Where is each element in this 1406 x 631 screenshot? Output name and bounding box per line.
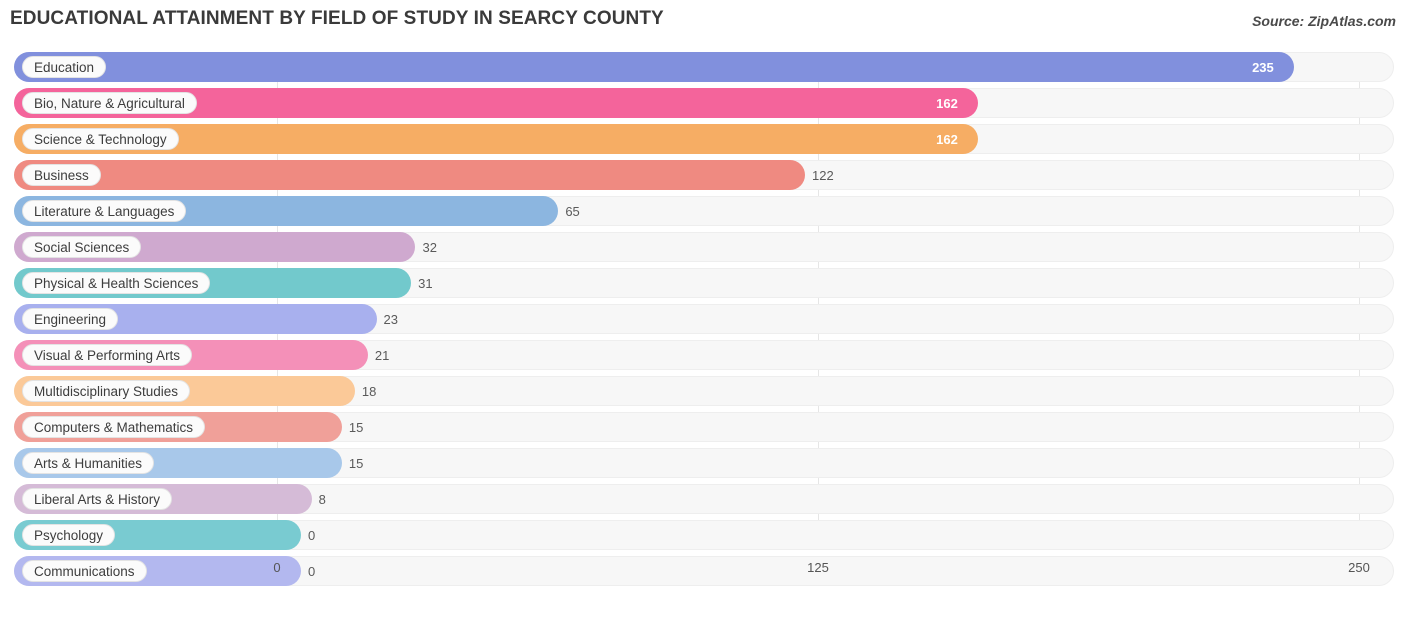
bar-row: Computers & Mathematics 15 (14, 412, 1394, 442)
bar-value-label: 122 (812, 167, 834, 183)
x-axis-tick: 250 (1348, 560, 1370, 575)
bar-value-label: 31 (418, 275, 433, 291)
bar[interactable] (14, 52, 1295, 82)
bar-row: Education 235 (14, 52, 1394, 82)
bar-row: Literature & Languages 65 (14, 196, 1394, 226)
bar-row: Arts & Humanities 15 (14, 448, 1394, 478)
category-label: Literature & Languages (22, 200, 187, 222)
page-title: EDUCATIONAL ATTAINMENT BY FIELD OF STUDY… (10, 8, 664, 29)
bar-row: Visual & Performing Arts 21 (14, 340, 1394, 370)
x-axis: 0 125 250 (14, 560, 1394, 580)
category-label: Arts & Humanities (22, 452, 155, 474)
bar-row: Science & Technology 162 (14, 124, 1394, 154)
bar-value-label: 65 (565, 203, 580, 219)
category-label: Liberal Arts & History (22, 488, 173, 510)
category-label: Business (22, 164, 101, 186)
bar-row: Multidisciplinary Studies 18 (14, 376, 1394, 406)
x-axis-tick: 125 (807, 560, 829, 575)
bar-value-label: 18 (361, 383, 377, 399)
category-label: Engineering (22, 308, 119, 330)
bar-row: Liberal Arts & History 8 (14, 484, 1394, 514)
bar-value-label: 162 (936, 131, 958, 147)
category-label: Science & Technology (22, 128, 179, 150)
plot-area: Education 235 Bio, Nature & Agricultural 16… (14, 52, 1394, 594)
bar-value-label: 15 (348, 419, 364, 435)
category-label: Bio, Nature & Agricultural (22, 92, 197, 114)
bar-value-label: 8 (318, 491, 326, 507)
category-label: Visual & Performing Arts (22, 344, 193, 366)
category-label: Computers & Mathematics (22, 416, 206, 438)
bar-value-label: 23 (383, 311, 398, 327)
category-label: Psychology (22, 524, 116, 546)
bar-row: Engineering 23 (14, 304, 1394, 334)
bar-row: Physical & Health Sciences 31 (14, 268, 1394, 298)
source-label: Source: ZipAtlas.com (1252, 13, 1396, 29)
bar-value-label: 32 (422, 239, 437, 255)
bar-row: Social Sciences 32 (14, 232, 1394, 262)
bar-value-label: 235 (1252, 59, 1274, 75)
bar-value-label: 162 (936, 95, 958, 111)
category-label: Multidisciplinary Studies (22, 380, 191, 402)
bar-row: Business 122 (14, 160, 1394, 190)
bar-value-label: 21 (374, 347, 390, 363)
bar-rows: Education 235 Bio, Nature & Agricultural 16… (14, 52, 1394, 592)
bar-row: Bio, Nature & Agricultural 162 (14, 88, 1394, 118)
chart-root: EDUCATIONAL ATTAINMENT BY FIELD OF STUDY… (0, 0, 1406, 631)
x-axis-tick: 0 (273, 560, 281, 575)
category-label: Education (22, 56, 107, 78)
bar-value-label: 15 (348, 455, 364, 471)
bar-row: Psychology 0 (14, 520, 1394, 550)
category-label: Physical & Health Sciences (22, 272, 211, 294)
bar-value-label: 0 (308, 527, 316, 543)
category-label: Social Sciences (22, 236, 142, 258)
bar[interactable] (14, 160, 806, 190)
